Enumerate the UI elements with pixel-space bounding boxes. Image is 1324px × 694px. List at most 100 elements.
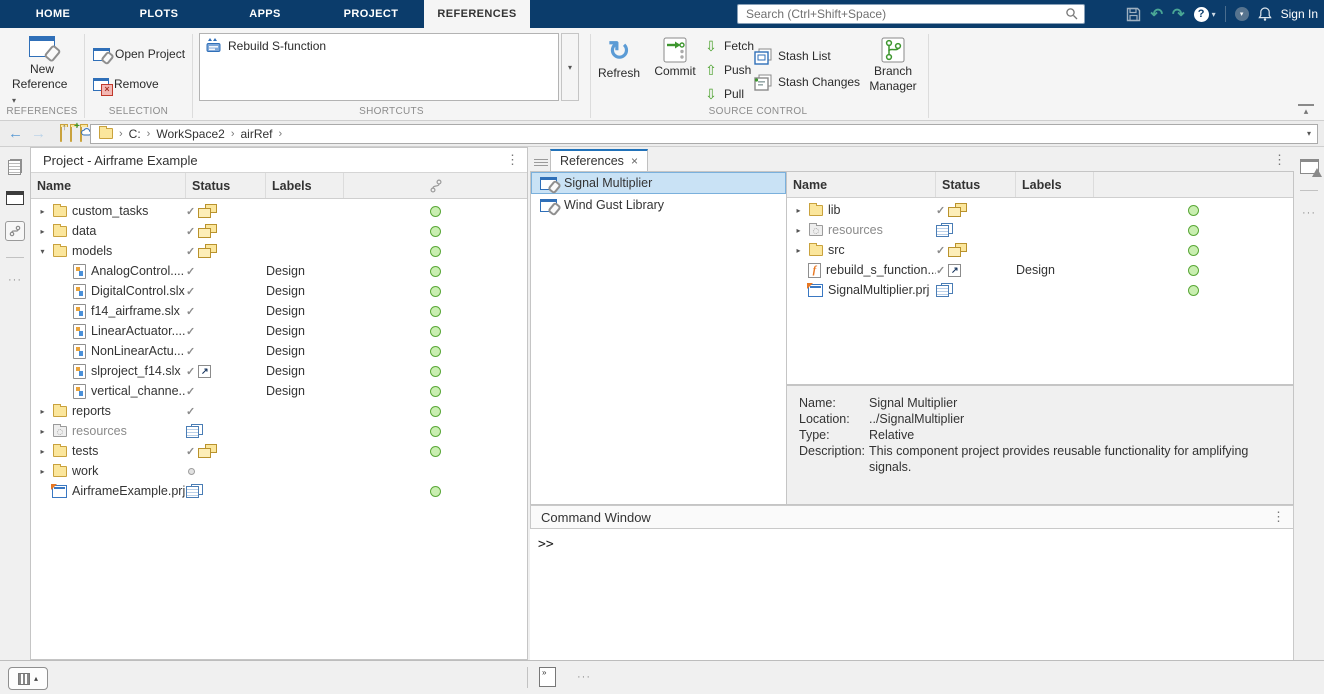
shortcuts-dropdown-button[interactable]: ▾: [561, 33, 579, 101]
forward-button[interactable]: →: [31, 125, 46, 142]
expander-icon[interactable]: ▸: [793, 226, 804, 235]
table-row[interactable]: ▸resources: [31, 421, 527, 441]
expander-icon[interactable]: ▸: [793, 246, 804, 255]
pull-button[interactable]: ⇩ Pull: [703, 84, 744, 104]
breadcrumb-dropdown[interactable]: ▾: [1307, 129, 1311, 138]
table-row[interactable]: frebuild_s_function... ✓↗ Design: [787, 260, 1293, 280]
command-window-popout-icon[interactable]: »: [539, 667, 556, 687]
table-row[interactable]: DigitalControl.slx ✓ Design: [31, 281, 527, 301]
table-row[interactable]: ▸resources: [787, 220, 1293, 240]
breadcrumb-drive[interactable]: C:: [129, 127, 141, 141]
undo-icon[interactable]: ↶: [1150, 5, 1163, 23]
panel-menu-icon[interactable]: ⋮: [1272, 509, 1285, 525]
tab-home[interactable]: HOME: [0, 0, 106, 28]
breadcrumb-workspace2[interactable]: WorkSpace2: [156, 127, 224, 141]
remove-button[interactable]: Remove: [93, 74, 159, 94]
command-window[interactable]: >>: [530, 529, 1294, 660]
back-button[interactable]: ←: [8, 125, 23, 142]
stash-changes-button[interactable]: Stash Changes: [754, 72, 860, 92]
table-row[interactable]: ▸tests ✓: [31, 441, 527, 461]
column-header-git[interactable]: [1094, 172, 1293, 197]
table-row[interactable]: vertical_channe... ✓ Design: [31, 381, 527, 401]
user-menu-icon[interactable]: ▾: [1235, 7, 1249, 21]
table-row[interactable]: f14_airframe.slx ✓ Design: [31, 301, 527, 321]
table-row[interactable]: slproject_f14.slx ✓↗ Design: [31, 361, 527, 381]
drag-grip-icon[interactable]: [534, 159, 548, 166]
stacked-folders-icon: [948, 243, 967, 257]
column-header-labels[interactable]: Labels: [266, 173, 344, 198]
help-button[interactable]: ? ▾: [1194, 7, 1216, 22]
bell-icon[interactable]: [1258, 6, 1272, 22]
files-panel-icon[interactable]: [8, 159, 22, 175]
commit-button[interactable]: Commit: [649, 36, 701, 79]
list-item-signal-multiplier[interactable]: Signal Multiplier: [531, 172, 786, 194]
stash-list-button[interactable]: Stash List: [754, 46, 831, 66]
push-button[interactable]: ⇧ Push: [703, 60, 751, 80]
panel-menu-icon[interactable]: ⋮: [1273, 152, 1286, 168]
open-project-button[interactable]: Open Project: [93, 44, 185, 64]
collapse-ribbon-button[interactable]: ▴: [1298, 104, 1314, 116]
row-name: rebuild_s_function...: [826, 263, 936, 277]
table-row[interactable]: ▾models ✓: [31, 241, 527, 261]
table-row[interactable]: AirframeExample.prj: [31, 481, 527, 501]
push-label: Push: [724, 63, 751, 77]
close-icon[interactable]: ×: [631, 154, 638, 168]
list-item-wind-gust-library[interactable]: Wind Gust Library: [531, 194, 786, 216]
breadcrumb-airref[interactable]: airRef: [241, 127, 273, 141]
shortcut-rebuild-s-function[interactable]: Rebuild S-function: [206, 38, 552, 53]
panel-layout-button[interactable]: ▴: [8, 667, 48, 690]
row-name: work: [72, 464, 98, 478]
expander-icon[interactable]: ▸: [37, 227, 48, 236]
refresh-button[interactable]: ↻ Refresh: [593, 36, 645, 81]
browse-folder-button[interactable]: +: [70, 127, 72, 141]
table-row[interactable]: ▸lib ✓: [787, 200, 1293, 220]
sign-in-link[interactable]: Sign In: [1281, 7, 1318, 21]
table-row[interactable]: ▸src ✓: [787, 240, 1293, 260]
row-name: lib: [828, 203, 841, 217]
project-panel-icon[interactable]: [6, 191, 24, 205]
breadcrumb[interactable]: › C: › WorkSpace2 › airRef › ▾: [90, 124, 1318, 144]
panel-menu-icon[interactable]: ⋮: [506, 152, 519, 168]
tab-apps[interactable]: APPS: [212, 0, 318, 28]
cloud-folder-button[interactable]: [80, 127, 82, 141]
expander-icon[interactable]: ▸: [793, 206, 804, 215]
more-tools-button[interactable]: ···: [577, 671, 591, 683]
simulink-model-icon: [73, 344, 86, 359]
tab-references-document[interactable]: References ×: [550, 149, 648, 171]
save-icon[interactable]: [1126, 7, 1141, 22]
fetch-button[interactable]: ⇩ Fetch: [703, 36, 754, 56]
more-panels-button[interactable]: ···: [8, 274, 22, 286]
table-row[interactable]: ▸data ✓: [31, 221, 527, 241]
expander-icon[interactable]: ▸: [37, 207, 48, 216]
git-panel-button[interactable]: [5, 221, 25, 241]
up-one-level-button[interactable]: ↑: [60, 127, 62, 141]
table-row[interactable]: LinearActuator.... ✓ Design: [31, 321, 527, 341]
column-header-labels[interactable]: Labels: [1016, 172, 1094, 197]
column-header-status[interactable]: Status: [186, 173, 266, 198]
table-row[interactable]: ▸custom_tasks ✓: [31, 201, 527, 221]
expander-icon[interactable]: ▾: [37, 247, 48, 256]
expander-icon[interactable]: ▸: [37, 427, 48, 436]
column-header-status[interactable]: Status: [936, 172, 1016, 197]
table-row[interactable]: AnalogControl.... ✓ Design: [31, 261, 527, 281]
tab-references[interactable]: REFERENCES: [424, 0, 530, 28]
branch-manager-button[interactable]: Branch Manager: [863, 36, 923, 94]
search-input[interactable]: [738, 7, 1065, 21]
tab-project[interactable]: PROJECT: [318, 0, 424, 28]
table-row[interactable]: NonLinearActu... ✓ Design: [31, 341, 527, 361]
more-panels-button[interactable]: ···: [1302, 207, 1316, 219]
row-name: AnalogControl....: [91, 264, 184, 278]
expander-icon[interactable]: ▸: [37, 407, 48, 416]
column-header-name[interactable]: Name: [31, 173, 186, 198]
table-row[interactable]: ▸reports ✓: [31, 401, 527, 421]
table-row[interactable]: SignalMultiplier.prj: [787, 280, 1293, 300]
expander-icon[interactable]: ▸: [37, 467, 48, 476]
column-header-name[interactable]: Name: [787, 172, 936, 197]
expander-icon[interactable]: ▸: [37, 447, 48, 456]
tab-plots[interactable]: PLOTS: [106, 0, 212, 28]
table-row[interactable]: ▸ work: [31, 461, 527, 481]
column-header-git[interactable]: [344, 173, 527, 198]
project-checks-panel-icon[interactable]: [1300, 159, 1319, 174]
redo-icon[interactable]: ↷: [1172, 5, 1185, 23]
new-reference-button[interactable]: New Reference ▾: [12, 36, 72, 108]
